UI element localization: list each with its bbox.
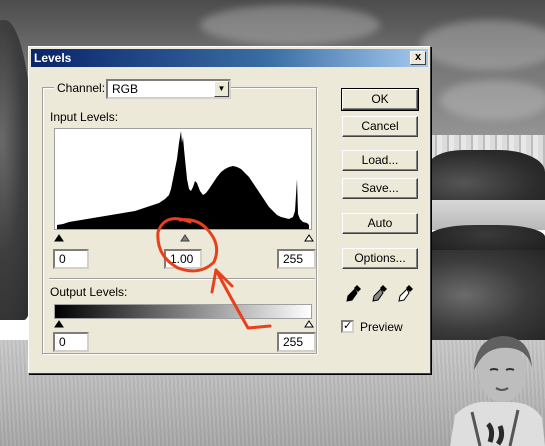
- white-eyedropper-icon[interactable]: [397, 283, 415, 305]
- cancel-button[interactable]: Cancel: [342, 116, 418, 137]
- channel-select[interactable]: RGB ▼: [106, 79, 231, 99]
- divider: [49, 278, 315, 280]
- input-levels-label: Input Levels:: [50, 110, 119, 124]
- black-eyedropper-icon[interactable]: [345, 283, 363, 305]
- ok-button[interactable]: OK: [341, 88, 419, 111]
- input-black-point-handle: [54, 234, 64, 242]
- chevron-down-icon[interactable]: ▼: [214, 81, 229, 97]
- input-white-field[interactable]: 255: [277, 249, 316, 269]
- levels-dialog: Levels x Channel: RGB ▼ Input Levels: 0 …: [28, 46, 431, 374]
- histogram-graph: [57, 131, 309, 229]
- cloud: [200, 5, 380, 45]
- input-gamma-handle: [180, 234, 190, 242]
- output-levels-label: Output Levels:: [50, 285, 128, 299]
- histogram: [54, 128, 312, 230]
- auto-button[interactable]: Auto: [342, 213, 418, 234]
- bushes-right: [430, 250, 545, 340]
- options-button[interactable]: Options...: [342, 248, 418, 269]
- channel-label: Channel:: [54, 81, 109, 95]
- title-bar[interactable]: Levels x: [31, 49, 428, 67]
- output-white-field[interactable]: 255: [277, 332, 316, 352]
- output-black-field[interactable]: 0: [53, 332, 89, 352]
- output-white-handle: [304, 320, 314, 328]
- histogram-curve: [57, 131, 309, 229]
- preview-checkbox[interactable]: ✓: [341, 320, 354, 333]
- output-gradient-bar: [54, 304, 312, 319]
- gray-eyedropper-icon[interactable]: [371, 283, 389, 305]
- input-levels-slider[interactable]: [54, 231, 314, 243]
- checkmark-icon: ✓: [343, 320, 353, 332]
- output-black-handle: [54, 320, 64, 328]
- preview-label: Preview: [360, 320, 403, 334]
- trees-right: [428, 150, 545, 205]
- input-gamma-field[interactable]: 1.00: [164, 249, 202, 269]
- close-icon: x: [414, 51, 422, 63]
- cloud: [440, 80, 545, 120]
- close-button[interactable]: x: [410, 51, 426, 65]
- load-button[interactable]: Load...: [342, 150, 418, 171]
- save-button[interactable]: Save...: [342, 178, 418, 199]
- dialog-title: Levels: [34, 51, 72, 65]
- input-white-point-handle: [304, 234, 314, 242]
- input-black-field[interactable]: 0: [53, 249, 89, 269]
- channel-value: RGB: [112, 82, 139, 96]
- person-portrait: [450, 336, 545, 446]
- output-levels-slider[interactable]: [54, 318, 314, 328]
